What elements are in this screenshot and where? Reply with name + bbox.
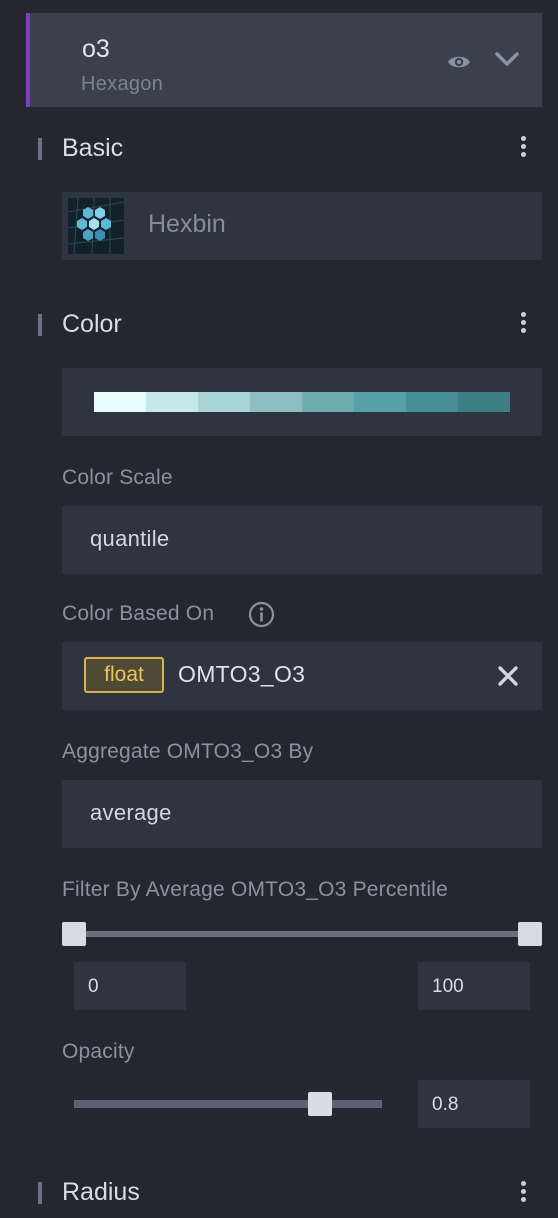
filter-max-value: 100 bbox=[432, 976, 464, 997]
palette-swatch bbox=[354, 392, 406, 412]
color-scale-value: quantile bbox=[90, 526, 170, 551]
layer-title: o3 bbox=[82, 35, 110, 63]
palette-swatch bbox=[94, 392, 146, 412]
palette-swatch bbox=[198, 392, 250, 412]
aggregate-select[interactable]: average bbox=[62, 780, 542, 848]
opacity-value: 0.8 bbox=[432, 1094, 459, 1115]
layer-type: Hexagon bbox=[81, 73, 164, 95]
chevron-down-icon[interactable] bbox=[492, 45, 522, 73]
opacity-slider-handle[interactable] bbox=[308, 1092, 332, 1116]
radius-menu-kebab-icon[interactable] bbox=[514, 1181, 532, 1209]
opacity-input[interactable]: 0.8 bbox=[418, 1080, 530, 1128]
color-field-select[interactable]: float OMTO3_O3 bbox=[62, 642, 542, 710]
palette-swatch bbox=[406, 392, 458, 412]
filter-max-handle[interactable] bbox=[518, 922, 542, 946]
filter-min-input[interactable]: 0 bbox=[74, 962, 186, 1010]
hexbin-thumbnail-icon bbox=[68, 198, 124, 254]
palette-swatch bbox=[146, 392, 198, 412]
palette-swatch bbox=[458, 392, 510, 412]
palette-swatch bbox=[250, 392, 302, 412]
layer-type-label: Hexbin bbox=[148, 210, 226, 238]
color-palette-selector[interactable] bbox=[62, 368, 542, 436]
layer-type-selector[interactable]: Hexbin bbox=[62, 192, 542, 260]
section-marker bbox=[38, 314, 42, 336]
color-field-name: OMTO3_O3 bbox=[178, 661, 306, 687]
section-marker bbox=[38, 138, 42, 160]
palette-swatch bbox=[302, 392, 354, 412]
color-palette-swatches bbox=[94, 392, 510, 412]
color-section-title: Color bbox=[62, 310, 122, 338]
filter-max-input[interactable]: 100 bbox=[418, 962, 530, 1010]
color-menu-kebab-icon[interactable] bbox=[514, 312, 532, 340]
info-icon[interactable] bbox=[248, 601, 275, 628]
filter-min-handle[interactable] bbox=[62, 922, 86, 946]
layer-header[interactable]: o3 Hexagon bbox=[26, 13, 542, 107]
aggregate-label: Aggregate OMTO3_O3 By bbox=[62, 740, 314, 763]
opacity-label: Opacity bbox=[62, 1040, 135, 1063]
color-based-on-label: Color Based On bbox=[62, 602, 215, 625]
color-scale-select[interactable]: quantile bbox=[62, 506, 542, 574]
radius-section-title: Radius bbox=[62, 1178, 140, 1206]
basic-section-title: Basic bbox=[62, 134, 124, 162]
aggregate-value: average bbox=[90, 800, 172, 825]
field-type-badge: float bbox=[84, 657, 164, 693]
filter-percentile-label: Filter By Average OMTO3_O3 Percentile bbox=[62, 878, 448, 901]
filter-min-value: 0 bbox=[88, 976, 99, 997]
layer-config-panel: o3 Hexagon Basic Hexbin Color Color Scal… bbox=[0, 0, 558, 1218]
opacity-slider-track[interactable] bbox=[74, 1100, 382, 1108]
filter-range-track[interactable] bbox=[74, 931, 530, 937]
eye-icon[interactable] bbox=[446, 51, 472, 73]
section-marker bbox=[38, 1182, 42, 1204]
close-icon[interactable] bbox=[496, 664, 520, 688]
color-scale-label: Color Scale bbox=[62, 466, 173, 489]
basic-menu-kebab-icon[interactable] bbox=[514, 136, 532, 164]
